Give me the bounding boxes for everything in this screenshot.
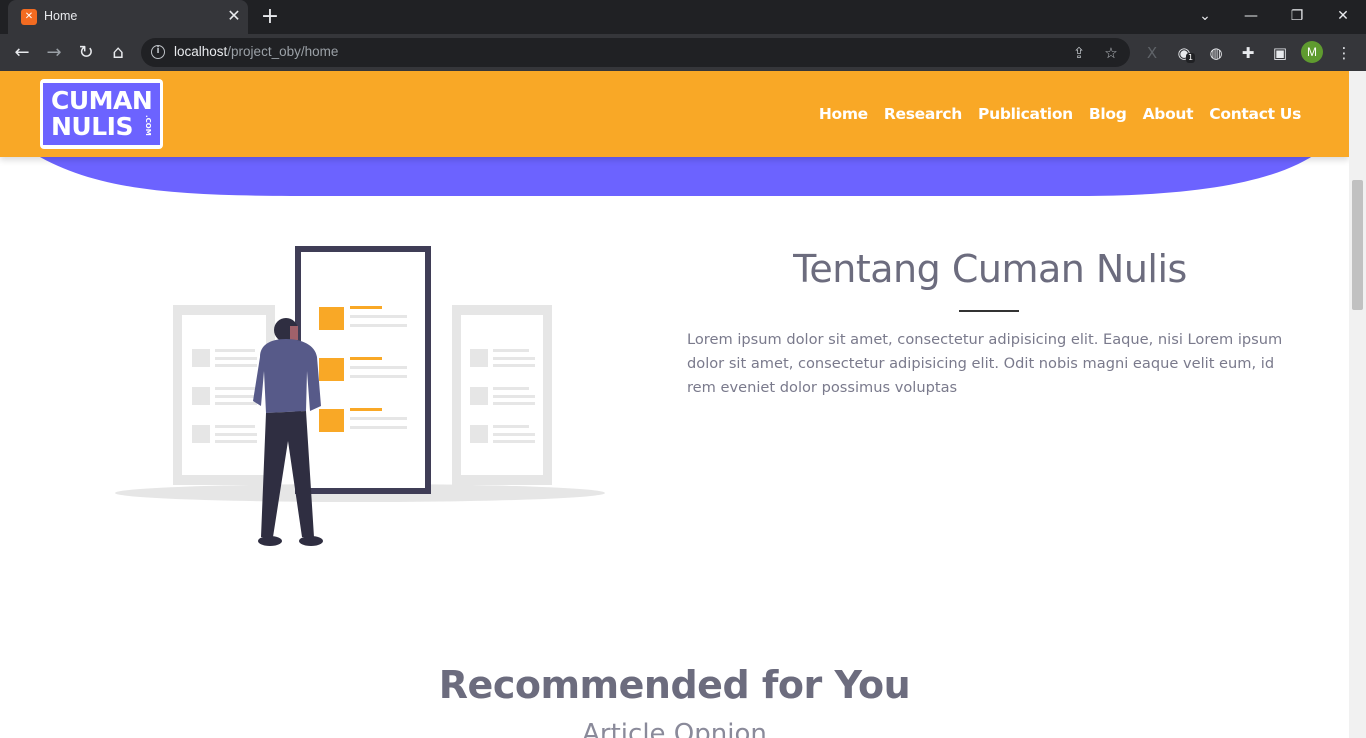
logo-line-2: NULIS	[51, 112, 133, 141]
tab-search-chevron-icon[interactable]: ⌄	[1182, 2, 1228, 30]
url-path: /project_oby/home	[227, 44, 339, 59]
browser-tabbar: ✕ Home ✕ + ⌄ — ❐ ✕	[0, 0, 1366, 34]
nav-contact-us[interactable]: Contact Us	[1209, 105, 1301, 123]
browser-menu-icon[interactable]: ⋮	[1333, 42, 1355, 64]
about-title: Tentang Cuman Nulis	[793, 247, 1187, 291]
logo-badge: CUMAN NULIS .COM	[43, 83, 160, 145]
extensions-puzzle-icon[interactable]: ✚	[1237, 42, 1259, 64]
nav-research[interactable]: Research	[884, 105, 962, 123]
about-divider	[959, 310, 1019, 312]
share-icon[interactable]: ⇪	[1069, 43, 1089, 63]
extension-x-icon[interactable]: X	[1141, 42, 1163, 64]
address-bar[interactable]: i localhost/project_oby/home ⇪ ☆	[141, 38, 1130, 67]
nav-about[interactable]: About	[1143, 105, 1194, 123]
about-illustration	[115, 246, 605, 546]
minimize-icon[interactable]: —	[1228, 2, 1274, 30]
browser-tab-home[interactable]: ✕ Home ✕	[8, 0, 248, 34]
site-logo[interactable]: CUMAN NULIS .COM	[40, 79, 163, 149]
close-tab-icon[interactable]: ✕	[224, 6, 244, 26]
reload-icon[interactable]: ↻	[72, 39, 100, 67]
recommended-title: Recommended for You	[438, 663, 911, 707]
bookmark-star-icon[interactable]: ☆	[1101, 43, 1121, 63]
page-scrollbar[interactable]	[1349, 71, 1366, 738]
browser-toolbar: ← → ↻ ⌂ i localhost/project_oby/home ⇪ ☆…	[0, 34, 1366, 71]
nav-blog[interactable]: Blog	[1089, 105, 1127, 123]
about-body: Lorem ipsum dolor sit amet, consectetur …	[687, 331, 1283, 396]
logo-suffix: .COM	[144, 115, 152, 136]
xampp-favicon-icon: ✕	[21, 9, 37, 25]
close-window-icon[interactable]: ✕	[1320, 2, 1366, 30]
tab-title: Home	[44, 9, 78, 23]
recommended-subtitle: Article Opnion	[582, 719, 767, 738]
nav-home[interactable]: Home	[819, 105, 868, 123]
site-info-icon[interactable]: i	[151, 45, 165, 59]
home-icon[interactable]: ⌂	[104, 39, 132, 67]
site-navbar: CUMAN NULIS .COM Home Research Publicati…	[0, 71, 1349, 157]
url-text[interactable]: localhost/project_oby/home	[174, 44, 338, 59]
profile-avatar[interactable]: M	[1301, 41, 1323, 63]
new-tab-icon[interactable]: +	[258, 5, 282, 29]
restore-icon[interactable]: ❐	[1274, 2, 1320, 30]
extension-badge: 1	[1186, 53, 1196, 63]
url-host: localhost	[174, 44, 228, 59]
logo-line-1: CUMAN	[51, 86, 153, 115]
main-menu: Home Research Publication Blog About Con…	[819, 105, 1301, 123]
extension-globe-icon[interactable]: ◉ 1	[1173, 42, 1196, 64]
side-panel-icon[interactable]: ▣	[1269, 42, 1291, 64]
scrollbar-thumb[interactable]	[1352, 180, 1363, 310]
page-viewport: CUMAN NULIS .COM Home Research Publicati…	[0, 71, 1349, 738]
extension-circle-icon[interactable]: ◍	[1205, 42, 1227, 64]
nav-publication[interactable]: Publication	[978, 105, 1073, 123]
forward-icon[interactable]: →	[40, 39, 68, 67]
back-icon[interactable]: ←	[8, 39, 36, 67]
